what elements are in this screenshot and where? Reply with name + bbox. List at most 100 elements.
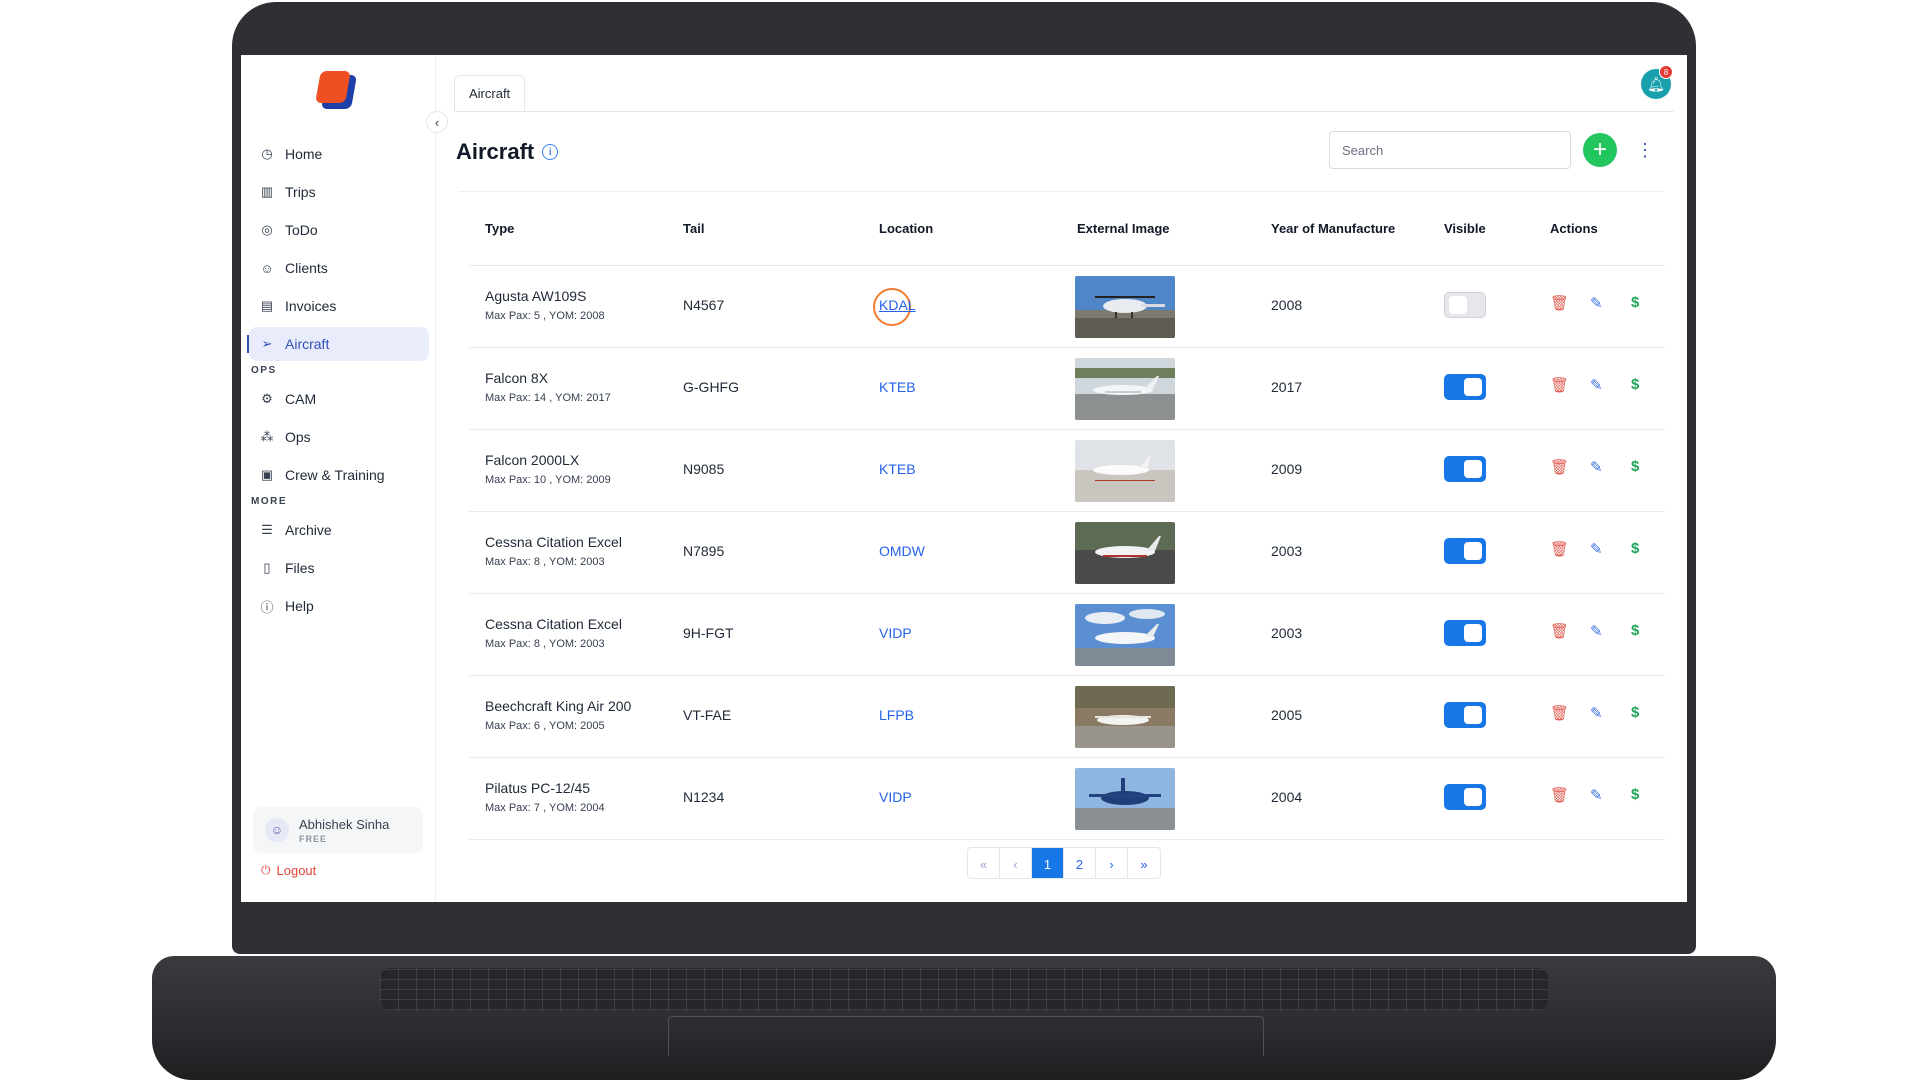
- delete-icon[interactable]: 🗑︎: [1550, 376, 1569, 394]
- sidebar-item-ops[interactable]: ⁂ Ops: [249, 420, 429, 454]
- aircraft-type: Beechcraft King Air 200: [485, 698, 632, 714]
- aircraft-type: Falcon 8X: [485, 370, 549, 386]
- add-aircraft-button[interactable]: +: [1583, 133, 1617, 167]
- edit-pencil-icon[interactable]: ✎: [1590, 704, 1603, 722]
- info-icon[interactable]: i: [542, 144, 559, 160]
- delete-icon[interactable]: 🗑︎: [1550, 622, 1569, 640]
- visibility-toggle[interactable]: [1444, 374, 1486, 400]
- delete-icon[interactable]: 🗑︎: [1550, 540, 1569, 558]
- delete-icon[interactable]: 🗑︎: [1550, 786, 1569, 804]
- page-1-button[interactable]: 1: [1032, 848, 1064, 878]
- user-plan-badge: FREE: [299, 833, 328, 844]
- delete-icon[interactable]: 🗑︎: [1550, 458, 1569, 476]
- pricing-dollar-icon[interactable]: $: [1631, 704, 1639, 721]
- location-link[interactable]: LFPB: [879, 707, 914, 723]
- year-of-manufacture: 2008: [1271, 297, 1303, 313]
- avatar: ☺: [265, 818, 289, 842]
- pricing-dollar-icon[interactable]: $: [1631, 786, 1639, 803]
- column-header-external-image[interactable]: External Image: [1077, 221, 1170, 236]
- user-profile[interactable]: ☺ Abhishek Sinha FREE: [253, 807, 423, 853]
- page-2-button[interactable]: 2: [1064, 848, 1096, 878]
- next-page-button[interactable]: ›: [1096, 848, 1128, 878]
- pricing-dollar-icon[interactable]: $: [1631, 458, 1639, 475]
- sidebar-item-invoices[interactable]: ▤ Invoices: [249, 289, 429, 323]
- user-name: Abhishek Sinha: [299, 816, 390, 832]
- column-header-year[interactable]: Year of Manufacture: [1271, 221, 1395, 236]
- send-icon: ➢: [261, 336, 273, 351]
- help-icon: ⓘ: [260, 599, 274, 615]
- visibility-toggle[interactable]: [1444, 538, 1486, 564]
- aircraft-details: Max Pax: 8 , YOM: 2003: [485, 638, 605, 650]
- pricing-dollar-icon[interactable]: $: [1631, 376, 1639, 393]
- aircraft-type: Pilatus PC-12/45: [485, 780, 591, 796]
- sidebar-item-archive[interactable]: ☰ Archive: [249, 513, 429, 547]
- pricing-dollar-icon[interactable]: $: [1631, 540, 1639, 557]
- sidebar-item-files[interactable]: ▯ Files: [249, 551, 429, 585]
- collapse-sidebar-button[interactable]: ‹: [426, 111, 448, 133]
- section-label-ops: OPS: [251, 365, 277, 376]
- location-link[interactable]: KTEB: [879, 461, 916, 477]
- page-title-text: Aircraft: [456, 139, 535, 164]
- location-link[interactable]: KDAL: [879, 297, 916, 313]
- app-logo[interactable]: [315, 71, 357, 109]
- edit-pencil-icon[interactable]: ✎: [1590, 622, 1603, 640]
- column-header-visible[interactable]: Visible: [1444, 221, 1486, 236]
- sidebar-item-help[interactable]: ⓘ Help: [249, 589, 429, 623]
- sidebar-item-home[interactable]: ◷ Home: [249, 137, 429, 171]
- aircraft-image[interactable]: [1075, 276, 1175, 338]
- edit-pencil-icon[interactable]: ✎: [1590, 294, 1603, 312]
- table-row: Cessna Citation Excel Max Pax: 8 , YOM: 2…: [469, 594, 1665, 676]
- location-link[interactable]: VIDP: [879, 789, 912, 805]
- delete-icon[interactable]: 🗑︎: [1550, 704, 1569, 722]
- compass-icon: ◷: [261, 146, 273, 161]
- visibility-toggle[interactable]: [1444, 620, 1486, 646]
- visibility-toggle[interactable]: [1444, 292, 1486, 318]
- column-header-type[interactable]: Type: [485, 221, 514, 236]
- column-header-location[interactable]: Location: [879, 221, 933, 236]
- aircraft-image[interactable]: [1075, 358, 1175, 420]
- map-icon: ▥: [260, 184, 274, 199]
- tail-number: N4567: [683, 297, 725, 313]
- sidebar-item-aircraft[interactable]: ➢ Aircraft: [247, 327, 429, 361]
- sidebar-item-label: Home: [285, 146, 323, 162]
- visibility-toggle[interactable]: [1444, 784, 1486, 810]
- delete-icon[interactable]: 🗑︎: [1550, 294, 1569, 312]
- section-label-more: MORE: [251, 496, 287, 507]
- aircraft-type: Agusta AW109S: [485, 288, 587, 304]
- edit-pencil-icon[interactable]: ✎: [1590, 786, 1603, 804]
- aircraft-image[interactable]: [1075, 768, 1175, 830]
- sidebar-item-label: Clients: [285, 260, 328, 276]
- aircraft-image[interactable]: [1075, 522, 1175, 584]
- pricing-dollar-icon[interactable]: $: [1631, 294, 1639, 311]
- visibility-toggle[interactable]: [1444, 702, 1486, 728]
- sidebar-item-trips[interactable]: ▥ Trips: [249, 175, 429, 209]
- table-row: Beechcraft King Air 200 Max Pax: 6 , YOM:…: [469, 676, 1665, 758]
- search-input[interactable]: [1329, 131, 1571, 169]
- logout-button[interactable]: ⏻ Logout: [261, 863, 316, 878]
- tab-aircraft[interactable]: Aircraft: [454, 75, 526, 111]
- aircraft-image[interactable]: [1075, 440, 1175, 502]
- first-page-button[interactable]: «: [968, 848, 1000, 878]
- edit-pencil-icon[interactable]: ✎: [1590, 540, 1603, 558]
- prev-page-button[interactable]: ‹: [1000, 848, 1032, 878]
- sidebar-item-clients[interactable]: ☺ Clients: [249, 251, 429, 285]
- visibility-toggle[interactable]: [1444, 456, 1486, 482]
- edit-pencil-icon[interactable]: ✎: [1590, 376, 1603, 394]
- last-page-button[interactable]: »: [1128, 848, 1160, 878]
- sidebar-item-crew-training[interactable]: ▣ Crew & Training: [249, 458, 429, 492]
- table-row: Falcon 2000LX Max Pax: 10 , YOM: 2009 N90…: [469, 430, 1665, 512]
- more-options-icon[interactable]: ⋮: [1636, 135, 1654, 165]
- column-header-tail[interactable]: Tail: [683, 221, 704, 236]
- gear-icon: ⚙: [261, 391, 273, 406]
- location-link[interactable]: VIDP: [879, 625, 912, 641]
- sidebar-item-cam[interactable]: ⚙ CAM: [249, 382, 429, 416]
- aircraft-image[interactable]: [1075, 604, 1175, 666]
- file-icon: ▯: [263, 560, 271, 575]
- target-icon: ◎: [261, 222, 273, 237]
- location-link[interactable]: KTEB: [879, 379, 916, 395]
- sidebar-item-todo[interactable]: ◎ ToDo: [249, 213, 429, 247]
- location-link[interactable]: OMDW: [879, 543, 925, 559]
- aircraft-image[interactable]: [1075, 686, 1175, 748]
- edit-pencil-icon[interactable]: ✎: [1590, 458, 1603, 476]
- pricing-dollar-icon[interactable]: $: [1631, 622, 1639, 639]
